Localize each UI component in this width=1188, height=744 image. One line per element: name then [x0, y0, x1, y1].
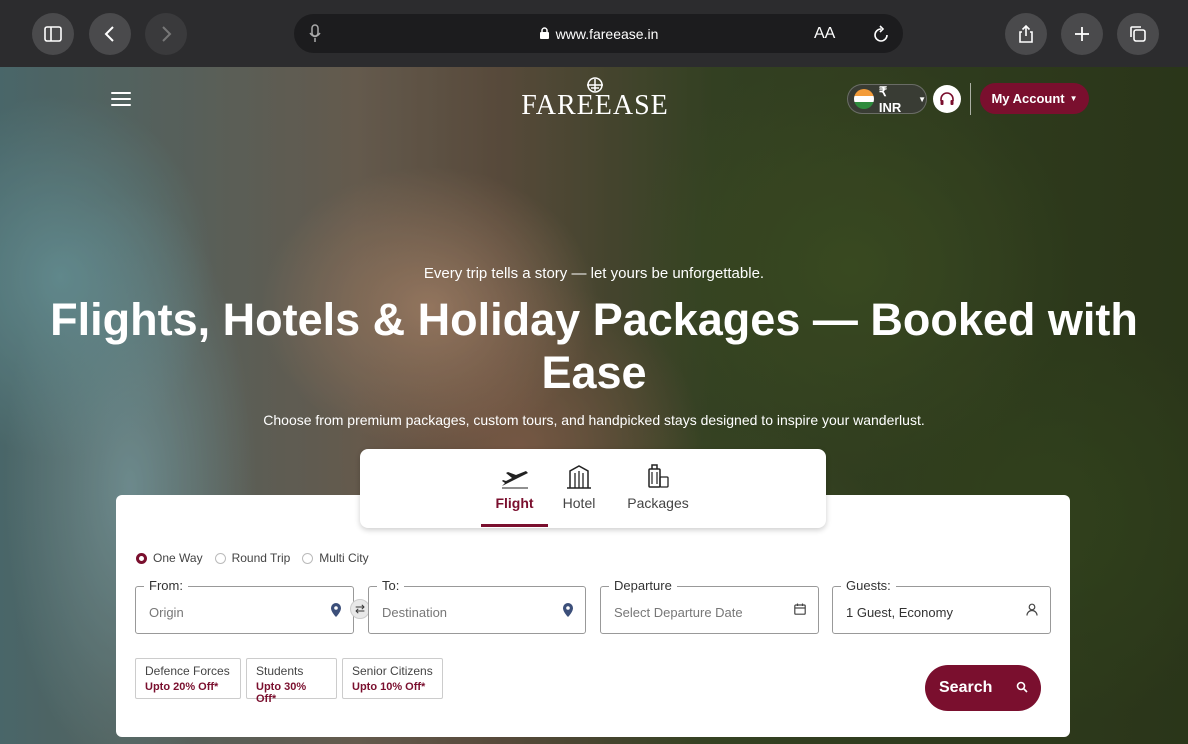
offer-students[interactable]: Students Upto 30% Off* [246, 658, 337, 705]
my-account-label: My Account [991, 91, 1065, 106]
building-icon [567, 465, 591, 489]
radio-round-trip[interactable]: Round Trip [214, 551, 291, 565]
hero-section: FAREEASE ₹ INR ▼ My Account ▼ Every trip … [0, 67, 1188, 744]
tab-packages-label: Packages [627, 495, 689, 511]
radio-one-way[interactable]: One Way [136, 551, 203, 565]
location-pin-icon [331, 603, 341, 617]
url-label: www.fareease.in [555, 26, 659, 42]
guests-value: 1 Guest, Economy [846, 605, 953, 620]
currency-label: ₹ INR [878, 83, 902, 115]
destination-label: To: [377, 578, 405, 593]
caret-down-icon: ▼ [918, 94, 926, 104]
tabs-icon [1130, 26, 1146, 42]
text-size-button[interactable]: AA [814, 25, 835, 43]
offer-senior-citizens[interactable]: Senior Citizens Upto 10% Off* [342, 658, 443, 699]
sidebar-icon [44, 26, 62, 42]
search-label: Search [939, 679, 993, 696]
radio-multi-city[interactable]: Multi City [302, 551, 369, 565]
hero-tagline: Every trip tells a story — let yours be … [423, 265, 765, 282]
url-text: www.fareease.in [294, 26, 903, 42]
my-account-button[interactable]: My Account ▼ [980, 83, 1089, 114]
offer-title: Defence Forces [145, 664, 230, 678]
tab-flight[interactable]: Flight [486, 461, 543, 511]
offer-defence-forces[interactable]: Defence Forces Upto 20% Off* [135, 658, 241, 699]
search-icon [1016, 681, 1028, 693]
india-flag-icon [854, 89, 874, 109]
tab-hotel[interactable]: Hotel [558, 461, 600, 511]
chevron-left-icon [104, 26, 114, 42]
origin-label: From: [144, 578, 188, 593]
offer-discount: Upto 30% Off* [256, 681, 307, 705]
swap-icon: ⇄ [354, 602, 366, 616]
back-button[interactable] [89, 13, 131, 55]
radio-one-way-label: One Way [153, 551, 203, 565]
offer-discount: Upto 20% Off* [145, 681, 219, 693]
address-bar[interactable]: www.fareease.in AA [294, 14, 903, 53]
location-pin-icon [563, 603, 573, 617]
luggage-icon [648, 464, 669, 488]
sidebar-toggle-button[interactable] [32, 13, 74, 55]
menu-icon[interactable] [111, 92, 131, 106]
trip-type-selector: One Way Round Trip Multi City [136, 551, 381, 565]
hero-headline: Flights, Hotels & Holiday Packages — Boo… [50, 294, 1138, 398]
new-tab-button[interactable] [1061, 13, 1103, 55]
reload-icon[interactable] [872, 24, 890, 44]
origin-field[interactable]: From: Origin [135, 578, 354, 634]
booking-tabs: Flight Hotel Packages [360, 449, 826, 528]
plane-icon [501, 471, 528, 489]
swap-locations-button[interactable]: ⇄ [350, 599, 370, 619]
logo-text: FAREEASE [521, 90, 669, 121]
offer-discount: Upto 10% Off* [352, 681, 426, 693]
origin-placeholder: Origin [149, 605, 184, 620]
offer-title: Students [256, 664, 304, 678]
headphones-icon [940, 92, 954, 105]
guests-field[interactable]: Guests: 1 Guest, Economy [832, 578, 1051, 634]
active-tab-indicator [481, 524, 548, 527]
radio-multi-city-label: Multi City [319, 551, 369, 565]
tabs-overview-button[interactable] [1117, 13, 1159, 55]
departure-date-field[interactable]: Departure Select Departure Date [600, 578, 819, 634]
tab-packages[interactable]: Packages [622, 461, 694, 511]
lock-icon [539, 27, 549, 39]
user-icon [1026, 603, 1038, 616]
share-button[interactable] [1005, 13, 1047, 55]
browser-toolbar: www.fareease.in AA [0, 0, 1188, 67]
departure-placeholder: Select Departure Date [614, 605, 743, 620]
header-divider [970, 83, 971, 115]
destination-field[interactable]: To: Destination [368, 578, 586, 634]
departure-label: Departure [609, 578, 677, 593]
guests-label: Guests: [841, 578, 896, 593]
forward-button[interactable] [145, 13, 187, 55]
share-icon [1019, 24, 1033, 43]
search-button[interactable]: Search [925, 665, 1041, 711]
tab-flight-label: Flight [495, 495, 534, 511]
site-logo[interactable]: FAREEASE [516, 76, 674, 126]
destination-placeholder: Destination [382, 605, 448, 620]
hero-subline: Choose from premium packages, custom tou… [263, 412, 925, 428]
tab-hotel-label: Hotel [562, 495, 596, 511]
caret-down-icon: ▼ [1069, 94, 1078, 103]
plus-icon [1075, 27, 1089, 41]
currency-selector[interactable]: ₹ INR ▼ [847, 83, 927, 115]
offer-title: Senior Citizens [352, 664, 433, 678]
calendar-icon [794, 603, 806, 615]
radio-round-trip-label: Round Trip [231, 551, 291, 565]
chevron-right-icon [162, 26, 172, 42]
support-button[interactable] [933, 85, 961, 113]
